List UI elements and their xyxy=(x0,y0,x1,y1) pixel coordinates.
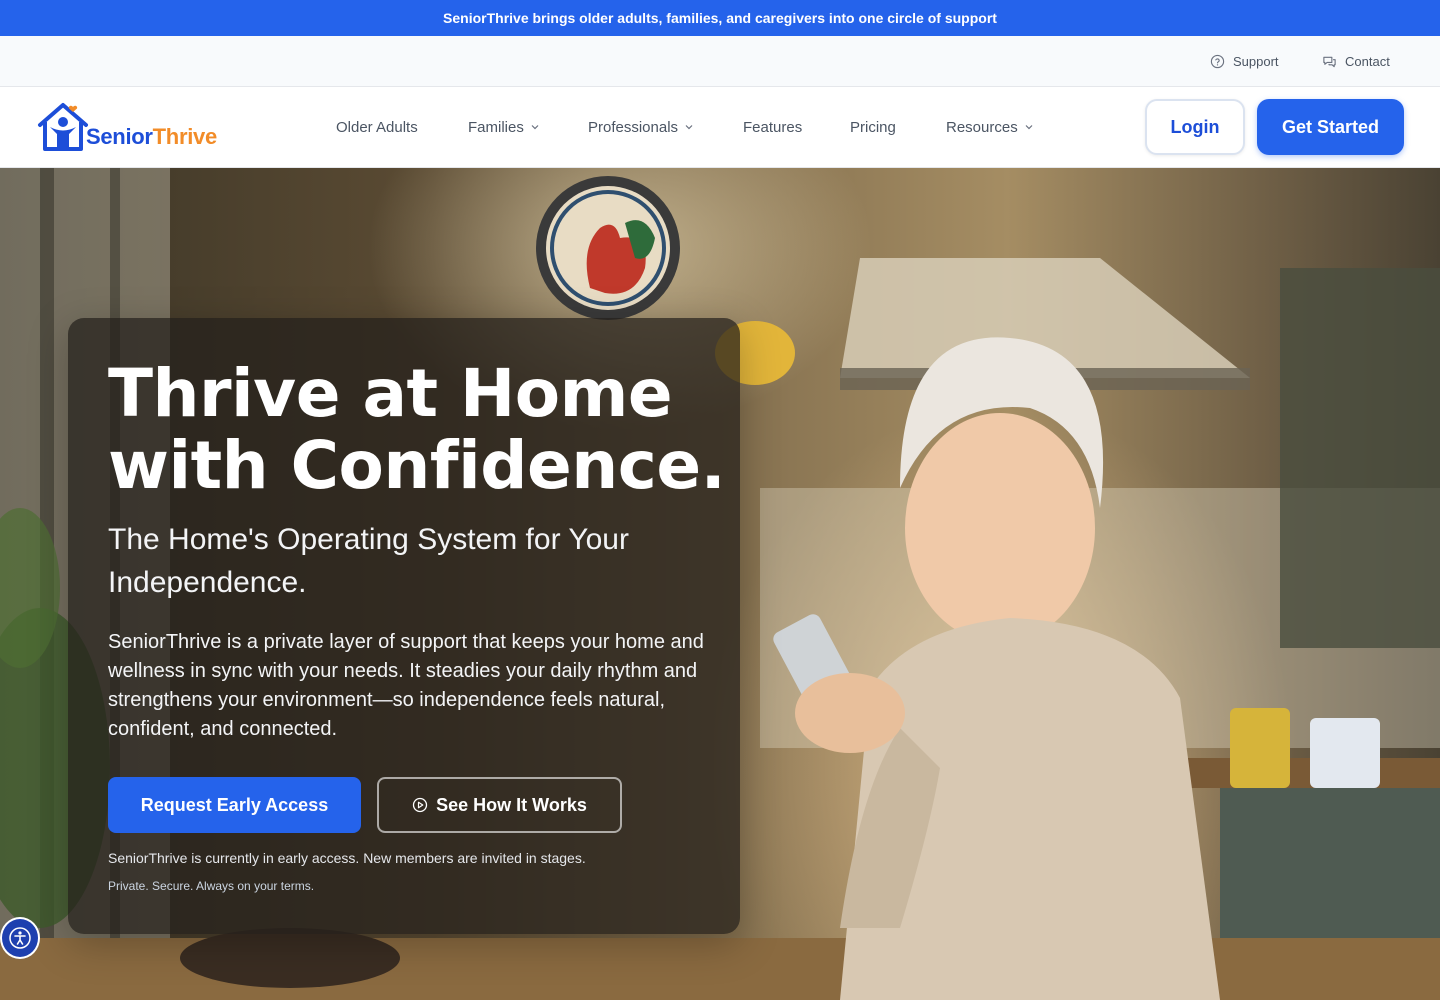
nav-item-resources[interactable]: Resources xyxy=(946,87,1034,167)
play-circle-icon xyxy=(412,797,428,813)
hero-title: Thrive at Home with Confidence. xyxy=(108,358,728,502)
hero-card: Thrive at Home with Confidence. The Home… xyxy=(68,318,740,934)
privacy-fine-print: Private. Secure. Always on your terms. xyxy=(108,879,315,893)
nav-item-families[interactable]: Families xyxy=(468,87,540,167)
hero-section: Thrive at Home with Confidence. The Home… xyxy=(0,168,1440,1000)
nav-item-features[interactable]: Features xyxy=(743,87,802,167)
utility-bar: Support Contact xyxy=(0,36,1440,87)
nav-label: Families xyxy=(468,118,524,136)
request-early-access-button[interactable]: Request Early Access xyxy=(108,777,361,833)
nav-label: Older Adults xyxy=(336,118,418,136)
early-access-note: SeniorThrive is currently in early acces… xyxy=(108,850,586,866)
hero-title-line-2: with Confidence. xyxy=(108,427,726,504)
contact-label: Contact xyxy=(1345,53,1390,69)
chevron-down-icon xyxy=(685,125,693,130)
support-label: Support xyxy=(1233,53,1279,69)
senior-thrive-logo[interactable]: SeniorThrive xyxy=(36,101,217,153)
nav-label: Resources xyxy=(946,118,1018,136)
chevron-down-icon xyxy=(531,125,539,130)
nav-item-older-adults[interactable]: Older Adults xyxy=(336,87,418,167)
nav-label: Features xyxy=(743,118,803,136)
contact-link[interactable]: Contact xyxy=(1322,36,1390,86)
main-navigation: SeniorThrive Older Adults Families Profe… xyxy=(0,87,1440,168)
get-started-button[interactable]: Get Started xyxy=(1257,99,1404,155)
see-how-it-works-label: See How It Works xyxy=(436,794,587,815)
announcement-bar: SeniorThrive brings older adults, famili… xyxy=(0,0,1440,36)
accessibility-button[interactable] xyxy=(0,917,40,959)
accessibility-icon xyxy=(9,927,31,949)
hero-subtitle: The Home's Operating System for Your Ind… xyxy=(108,523,629,599)
announcement-text: SeniorThrive brings older adults, famili… xyxy=(443,10,997,26)
house-person-logo-icon xyxy=(38,103,88,151)
nav-item-professionals[interactable]: Professionals xyxy=(588,87,694,167)
question-circle-icon xyxy=(1210,54,1225,68)
chat-bubbles-icon xyxy=(1323,56,1336,67)
login-button[interactable]: Login xyxy=(1145,99,1245,155)
brand-name: SeniorThrive xyxy=(86,124,217,149)
nav-label: Professionals xyxy=(588,118,679,136)
nav-label: Pricing xyxy=(850,118,896,136)
hero-description: SeniorThrive is a private layer of suppo… xyxy=(108,631,704,740)
support-link[interactable]: Support xyxy=(1210,36,1279,86)
see-how-it-works-button[interactable]: See How It Works xyxy=(377,777,622,833)
chevron-down-icon xyxy=(1025,125,1033,130)
nav-item-pricing[interactable]: Pricing xyxy=(850,87,896,167)
hero-title-line-1: Thrive at Home xyxy=(108,355,673,432)
